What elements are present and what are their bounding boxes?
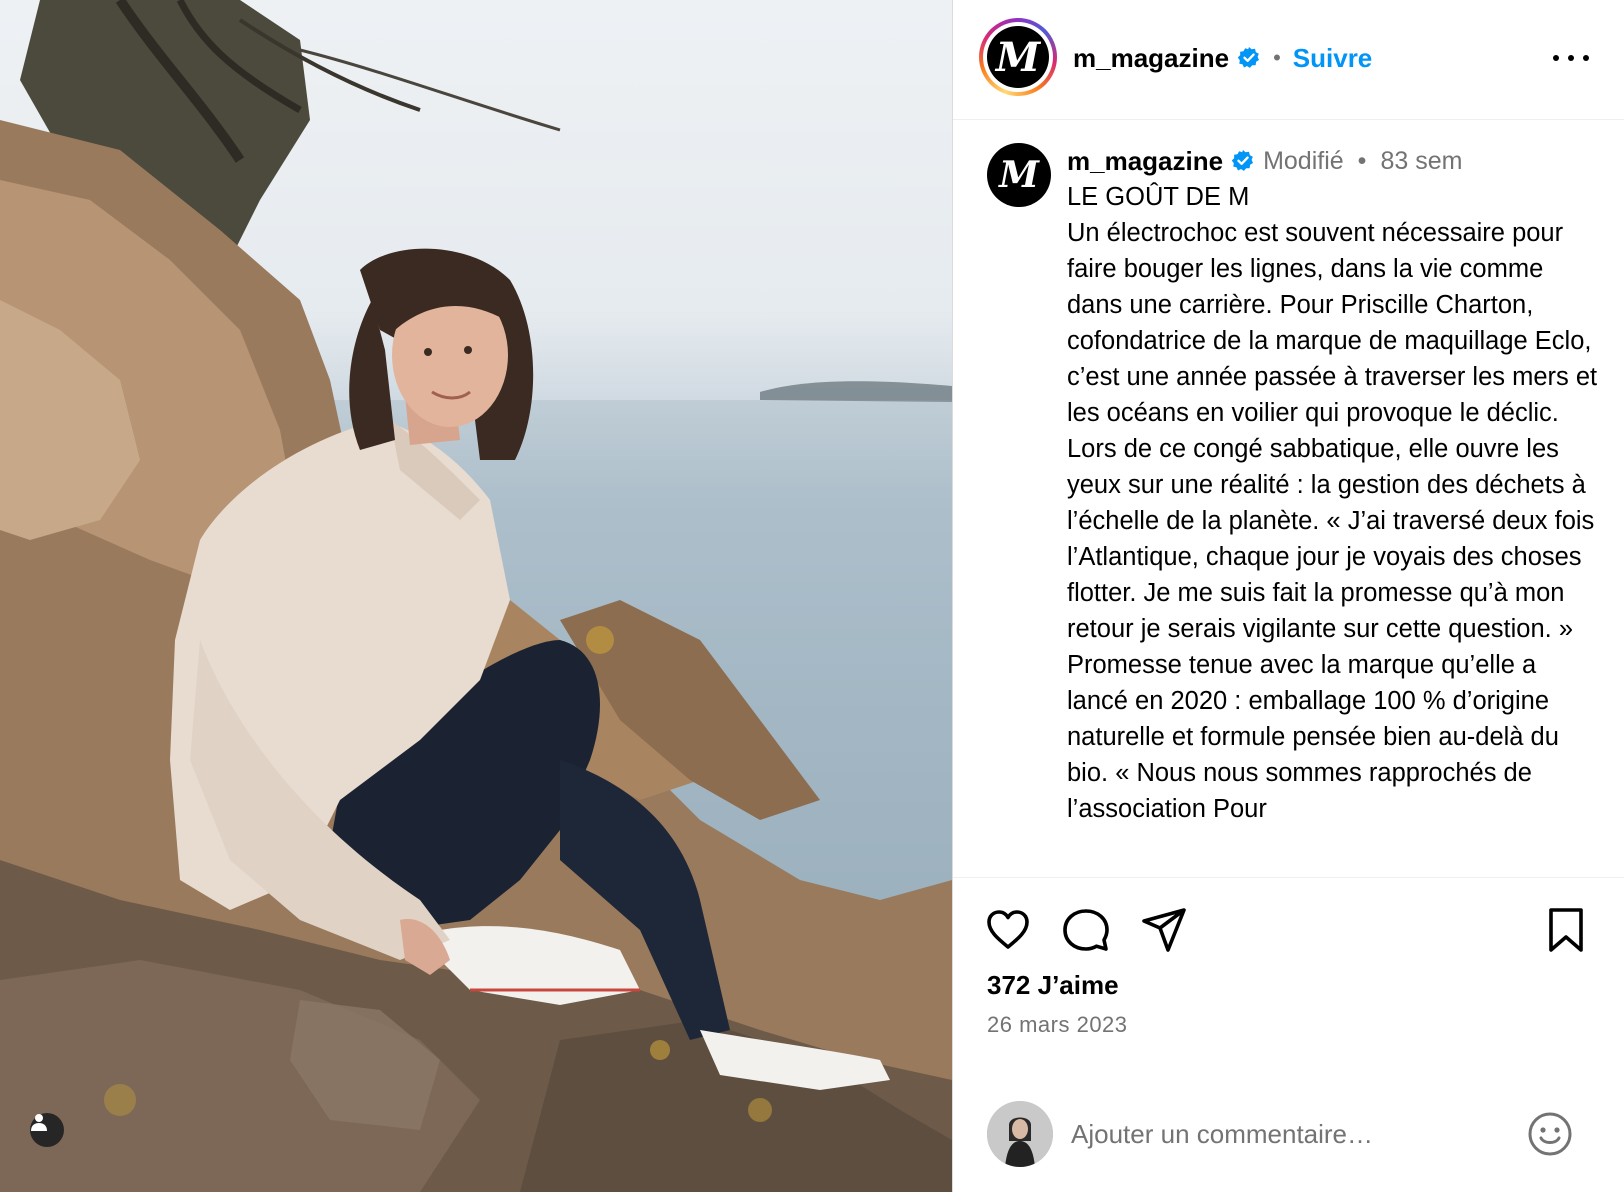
- caption-verified-badge-icon: [1231, 150, 1254, 171]
- emoji-icon[interactable]: [1525, 1109, 1575, 1159]
- caption-text: LE GOÛT DE M Un électrochoc est souvent …: [1067, 183, 1598, 823]
- caption-avatar[interactable]: M: [987, 143, 1051, 207]
- photo-illustration: [0, 0, 952, 1192]
- more-horizontal-icon[interactable]: [1553, 44, 1589, 72]
- caption-logo-letter: M: [999, 154, 1039, 196]
- caption-header: m_magazine Modifié • 83 sem: [1067, 143, 1602, 179]
- edited-label: Modifié: [1263, 146, 1344, 175]
- action-bar: [953, 905, 1624, 961]
- share-icon[interactable]: [1139, 905, 1189, 955]
- follow-button[interactable]: Suivre: [1293, 43, 1373, 74]
- caption-separator: •: [1357, 146, 1367, 175]
- story-avatar[interactable]: M: [979, 18, 1057, 96]
- comment-bar: [953, 1095, 1624, 1175]
- current-user-avatar: [987, 1101, 1053, 1167]
- magazine-logo: M: [987, 26, 1049, 88]
- post-time-ago[interactable]: 83 sem: [1380, 147, 1462, 176]
- caption-username[interactable]: m_magazine: [1067, 146, 1223, 177]
- header-separator: •: [1273, 45, 1281, 70]
- verified-badge-icon: [1237, 47, 1260, 68]
- post-side-panel: M m_magazine • Suivre M m_magazine Modif…: [952, 0, 1624, 1192]
- comment-icon[interactable]: [1061, 905, 1111, 955]
- caption-body: m_magazine Modifié • 83 sem LE GOÛT DE M…: [1067, 143, 1602, 827]
- header-user-row: m_magazine • Suivre: [1073, 40, 1372, 76]
- like-count[interactable]: 372 J’aime: [987, 970, 1119, 1001]
- comment-input[interactable]: [1071, 1113, 1501, 1155]
- person-tag-icon[interactable]: [30, 1113, 64, 1147]
- caption-section: M m_magazine Modifié • 83 sem LE GOÛT DE…: [953, 121, 1624, 878]
- header-username[interactable]: m_magazine: [1073, 43, 1229, 74]
- post-photo: [0, 0, 952, 1192]
- post-header: M m_magazine • Suivre: [953, 0, 1624, 120]
- heart-icon[interactable]: [983, 905, 1033, 955]
- post-date: 26 mars 2023: [987, 1012, 1128, 1037]
- logo-letter: M: [995, 33, 1041, 81]
- caption-logo: M: [987, 143, 1051, 207]
- bookmark-icon[interactable]: [1541, 905, 1591, 955]
